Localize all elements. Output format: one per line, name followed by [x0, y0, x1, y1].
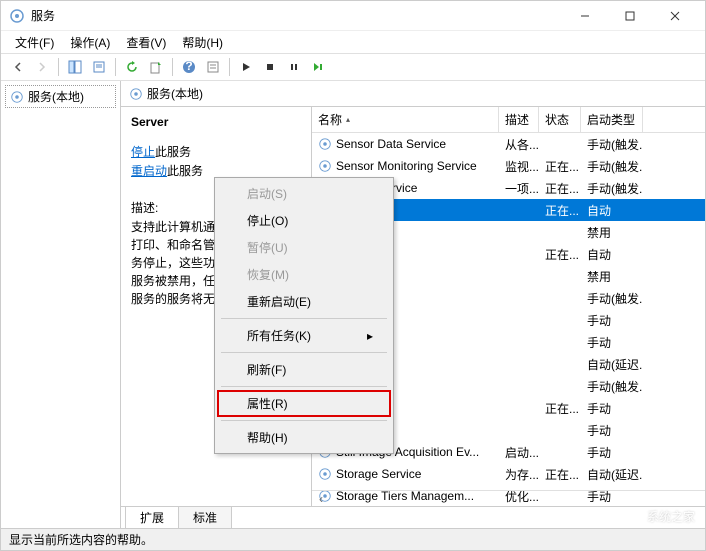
toolbar: ?	[1, 53, 705, 81]
context-item[interactable]: 所有任务(K)▸	[311, 322, 391, 349]
col-header-status[interactable]: 状态	[539, 107, 581, 132]
stop-service-button[interactable]	[259, 56, 281, 78]
menu-file[interactable]: 文件(F)	[7, 32, 62, 53]
gear-icon	[318, 467, 332, 481]
minimize-button[interactable]	[562, 1, 607, 31]
service-type: 手动(触发...	[581, 180, 643, 197]
horizontal-scrollbar[interactable]: ‹	[312, 490, 705, 506]
service-desc: 启动...	[499, 444, 539, 461]
service-type: 手动(触发...	[581, 136, 643, 153]
tree-root-label: 服务(本地)	[28, 88, 84, 105]
service-type: 手动	[581, 334, 643, 351]
context-menu: 启动(S)停止(O)暂停(U)恢复(M)重新启动(E) 所有任务(K)▸ 刷新(F)…	[311, 177, 394, 454]
menu-action[interactable]: 操作(A)	[62, 32, 118, 53]
service-desc: 一项...	[499, 180, 539, 197]
properties-button[interactable]	[202, 56, 224, 78]
service-status: 正在...	[539, 400, 581, 417]
service-type: 手动(触发...	[581, 290, 643, 307]
service-row[interactable]: Sensor Data Service 从各... 手动(触发...	[312, 133, 705, 155]
tab-standard[interactable]: 标准	[178, 506, 232, 528]
tab-extended[interactable]: 扩展	[125, 506, 179, 528]
menu-help[interactable]: 帮助(H)	[174, 32, 231, 53]
service-status: 正在...	[539, 158, 581, 175]
service-type: 自动	[581, 246, 643, 263]
context-item[interactable]: 重新启动(E)	[311, 288, 391, 315]
service-name: Storage Service	[336, 467, 421, 481]
content-header: 服务(本地)	[121, 81, 705, 107]
help-button[interactable]: ?	[178, 56, 200, 78]
service-type: 手动	[581, 400, 643, 417]
service-desc: 为存...	[499, 466, 539, 483]
watermark: 系统之家	[623, 506, 695, 526]
content-header-label: 服务(本地)	[147, 85, 203, 102]
service-type: 自动(延迟...	[581, 466, 643, 483]
restart-service-link[interactable]: 重启动	[131, 164, 167, 178]
tree-root-item[interactable]: 服务(本地)	[5, 85, 116, 108]
gear-icon	[10, 90, 24, 104]
service-name: Sensor Monitoring Service	[336, 159, 477, 173]
service-type: 手动	[581, 422, 643, 439]
service-desc: 监视...	[499, 158, 539, 175]
service-status: 正在...	[539, 180, 581, 197]
menu-view[interactable]: 查看(V)	[118, 32, 174, 53]
context-item[interactable]: 刷新(F)	[311, 356, 391, 383]
list-header: 名称 ▴ 描述 状态 启动类型	[312, 107, 705, 133]
pause-service-button[interactable]	[283, 56, 305, 78]
service-desc: 从各...	[499, 136, 539, 153]
service-status: 正在...	[539, 246, 581, 263]
app-icon	[9, 8, 25, 24]
submenu-arrow-icon: ▸	[367, 329, 373, 343]
context-item: 启动(S)	[311, 180, 391, 207]
service-row[interactable]: Storage Service 为存...正在...自动(延迟...	[312, 463, 705, 485]
export-button[interactable]	[88, 56, 110, 78]
service-type: 自动	[581, 202, 643, 219]
tree-panel: 服务(本地)	[1, 81, 121, 528]
svg-text:?: ?	[185, 60, 192, 73]
forward-button[interactable]	[31, 56, 53, 78]
context-item: 恢复(M)	[311, 261, 391, 288]
service-type: 手动	[581, 444, 643, 461]
context-item[interactable]: 停止(O)	[311, 207, 391, 234]
gear-icon	[318, 159, 332, 173]
tabs: 扩展 标准	[121, 506, 705, 528]
col-header-type[interactable]: 启动类型	[581, 107, 643, 132]
context-separator	[311, 318, 387, 319]
service-type: 禁用	[581, 268, 643, 285]
service-type: 禁用	[581, 224, 643, 241]
detail-service-name: Server	[131, 115, 301, 129]
service-row[interactable]: Sensor Monitoring Service 监视...正在...手动(触发…	[312, 155, 705, 177]
window-title: 服务	[31, 7, 562, 24]
start-service-button[interactable]	[235, 56, 257, 78]
maximize-button[interactable]	[607, 1, 652, 31]
col-header-desc[interactable]: 描述	[499, 107, 539, 132]
menubar: 文件(F) 操作(A) 查看(V) 帮助(H)	[1, 31, 705, 53]
service-name: Sensor Data Service	[336, 137, 446, 151]
titlebar: 服务	[1, 1, 705, 31]
service-type: 手动(触发...	[581, 378, 643, 395]
service-status: 正在...	[539, 466, 581, 483]
context-separator	[311, 386, 387, 387]
col-header-name[interactable]: 名称 ▴	[312, 107, 499, 132]
context-separator	[311, 352, 387, 353]
gear-icon	[129, 87, 143, 101]
view-button[interactable]	[64, 56, 86, 78]
context-separator	[311, 420, 387, 421]
service-type: 自动(延迟...	[581, 356, 643, 373]
export-list-button[interactable]	[145, 56, 167, 78]
back-button[interactable]	[7, 56, 29, 78]
restart-service-button[interactable]	[307, 56, 329, 78]
context-item: 暂停(U)	[311, 234, 391, 261]
close-button[interactable]	[652, 1, 697, 31]
service-type: 手动	[581, 312, 643, 329]
service-list-panel: 名称 ▴ 描述 状态 启动类型 Sensor Data Service 从各...…	[311, 107, 705, 506]
gear-icon	[318, 137, 332, 151]
service-status: 正在...	[539, 202, 581, 219]
statusbar: 显示当前所选内容的帮助。	[1, 528, 705, 550]
stop-service-link[interactable]: 停止	[131, 145, 155, 159]
context-item[interactable]: 属性(R)	[311, 390, 391, 417]
statusbar-text: 显示当前所选内容的帮助。	[9, 531, 153, 548]
service-type: 手动(触发...	[581, 158, 643, 175]
context-item[interactable]: 帮助(H)	[311, 424, 391, 451]
refresh-button[interactable]	[121, 56, 143, 78]
